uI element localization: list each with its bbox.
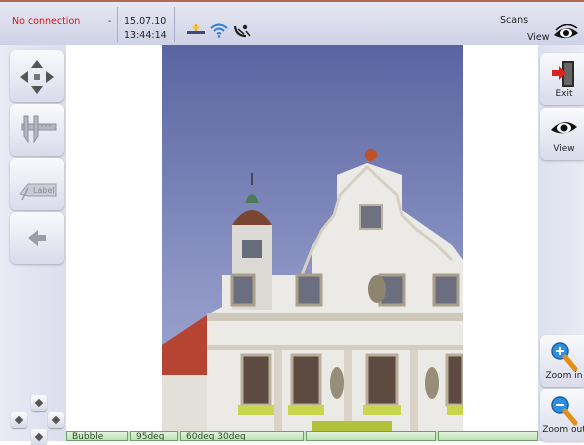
zoom-out-button[interactable]: Zoom out [540,389,584,441]
zoom-in-button[interactable]: Zoom in [540,335,584,387]
label-tag-icon: Label [19,183,57,201]
building-photo [162,45,463,431]
eye-icon [551,122,577,134]
time-text: 13:44:14 [124,30,167,41]
status-cell-angle: 95deg [130,431,178,441]
divider [174,7,175,42]
four-way-arrows-icon [20,60,54,94]
datetime-display: 15.07.10 13:44:14 [124,15,167,43]
nav-left-button[interactable] [11,412,27,428]
status-separator: - [108,16,112,27]
status-cell-angles: 60deg 30deg [180,431,304,441]
right-toolbar: Exit View Zoom in Zoom out [538,45,584,441]
caliper-measure-button[interactable] [10,104,64,156]
caliper-icon [21,115,57,144]
connection-status: No connection [12,16,81,27]
nav-up-button[interactable] [31,395,47,411]
label-tool-button[interactable]: Label [10,158,64,210]
satellite-dish-icon [233,24,251,38]
scans-label[interactable]: Scans [500,15,528,26]
back-arrow-button[interactable] [10,212,64,264]
level-tool-icon [187,24,205,34]
exit-button[interactable]: Exit [540,53,584,105]
status-cell-mode: Bubble [66,431,128,441]
wifi-icon [210,23,228,38]
top-status-bar: No connection - 15.07.10 13:44:14 Scans … [0,0,584,45]
scan-image-view[interactable] [162,45,463,431]
bottom-status-bar: Bubble 95deg 60deg 30deg [66,431,538,441]
view-label[interactable]: View [527,32,550,43]
navigation-pad [0,393,66,445]
move-arrows-button[interactable] [10,50,64,102]
left-arrow-icon [28,230,46,246]
view-button[interactable]: View [540,108,584,160]
date-text: 15.07.10 [124,16,167,27]
zoom-out-icon [551,396,578,426]
exit-door-icon [552,61,574,87]
exit-label: Exit [555,89,573,99]
divider [117,7,118,42]
status-cell-empty-1 [306,431,436,441]
nav-right-button[interactable] [48,412,64,428]
view-button-label: View [553,144,575,154]
nav-down-button[interactable] [31,429,47,445]
left-toolbar: Label [0,45,66,441]
status-cell-empty-2 [438,431,538,441]
zoom-in-label: Zoom in [545,371,583,381]
eye-icon[interactable] [553,24,579,42]
label-tag-text: Label [33,186,55,195]
zoom-out-label: Zoom out [542,425,584,435]
zoom-in-icon [551,342,578,372]
